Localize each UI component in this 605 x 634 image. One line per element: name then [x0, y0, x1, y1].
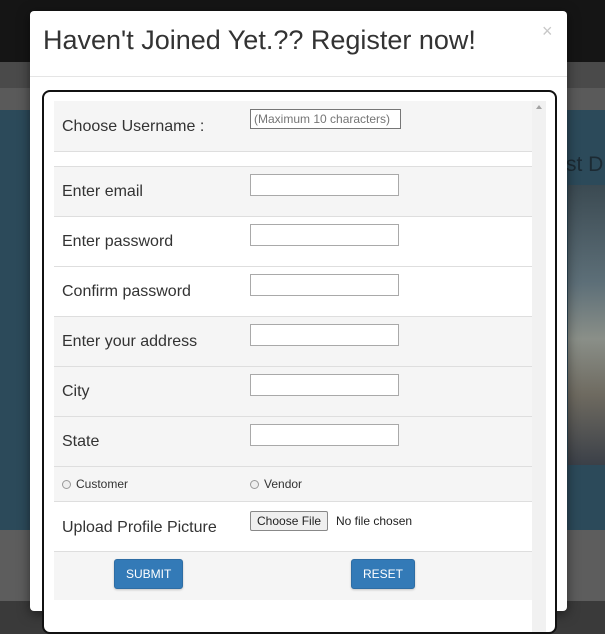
vendor-radio[interactable]	[250, 479, 259, 489]
password-input[interactable]	[250, 224, 399, 246]
choose-file-button[interactable]: Choose File	[250, 511, 329, 531]
background-hero-text: st D	[566, 153, 604, 176]
registration-form: Choose Username : Enter email Enter pass…	[42, 90, 557, 634]
background-hero-image	[568, 185, 605, 465]
actions-row: SUBMIT RESET	[54, 552, 532, 600]
city-row: City	[54, 367, 532, 417]
confirm-password-label: Confirm password	[62, 283, 191, 300]
role-row: Customer Vendor	[54, 467, 532, 502]
submit-button[interactable]: SUBMIT	[114, 559, 184, 589]
customer-label: Customer	[76, 477, 129, 491]
file-status: No file chosen	[336, 514, 413, 528]
close-icon[interactable]: ×	[542, 22, 553, 40]
address-row: Enter your address	[54, 317, 532, 367]
modal-header: Haven't Joined Yet.?? Register now! ×	[30, 11, 567, 77]
address-input[interactable]	[250, 324, 399, 346]
username-label: Choose Username :	[62, 118, 205, 135]
upload-label: Upload Profile Picture	[62, 519, 217, 536]
password-row: Enter password	[54, 217, 532, 267]
vendor-option[interactable]: Vendor	[250, 477, 302, 491]
scroll-up-arrow-icon[interactable]	[536, 105, 542, 109]
state-label: State	[62, 433, 100, 450]
email-row: Enter email	[54, 167, 532, 217]
vendor-label: Vendor	[264, 477, 303, 491]
form-scroll-area: Choose Username : Enter email Enter pass…	[54, 101, 532, 600]
email-label: Enter email	[62, 183, 143, 200]
username-row: Choose Username :	[54, 101, 532, 152]
customer-option[interactable]: Customer	[62, 477, 128, 491]
address-label: Enter your address	[62, 333, 198, 350]
confirm-password-row: Confirm password	[54, 267, 532, 317]
upload-row: Upload Profile Picture Choose File No fi…	[54, 502, 532, 552]
email-input[interactable]	[250, 174, 399, 196]
city-input[interactable]	[250, 374, 399, 396]
scroll-thumb[interactable]	[534, 115, 544, 632]
state-row: State	[54, 417, 532, 467]
state-input[interactable]	[250, 424, 399, 446]
reset-button[interactable]: RESET	[351, 559, 416, 589]
password-label: Enter password	[62, 233, 174, 250]
form-scrollbar[interactable]	[532, 101, 546, 632]
spacer-row	[54, 152, 532, 167]
register-modal: Haven't Joined Yet.?? Register now! × Ch…	[30, 11, 567, 634]
city-label: City	[62, 383, 90, 400]
modal-title: Haven't Joined Yet.?? Register now!	[43, 25, 476, 55]
username-input[interactable]	[250, 109, 401, 129]
confirm-password-input[interactable]	[250, 274, 399, 296]
customer-radio[interactable]	[62, 479, 71, 489]
